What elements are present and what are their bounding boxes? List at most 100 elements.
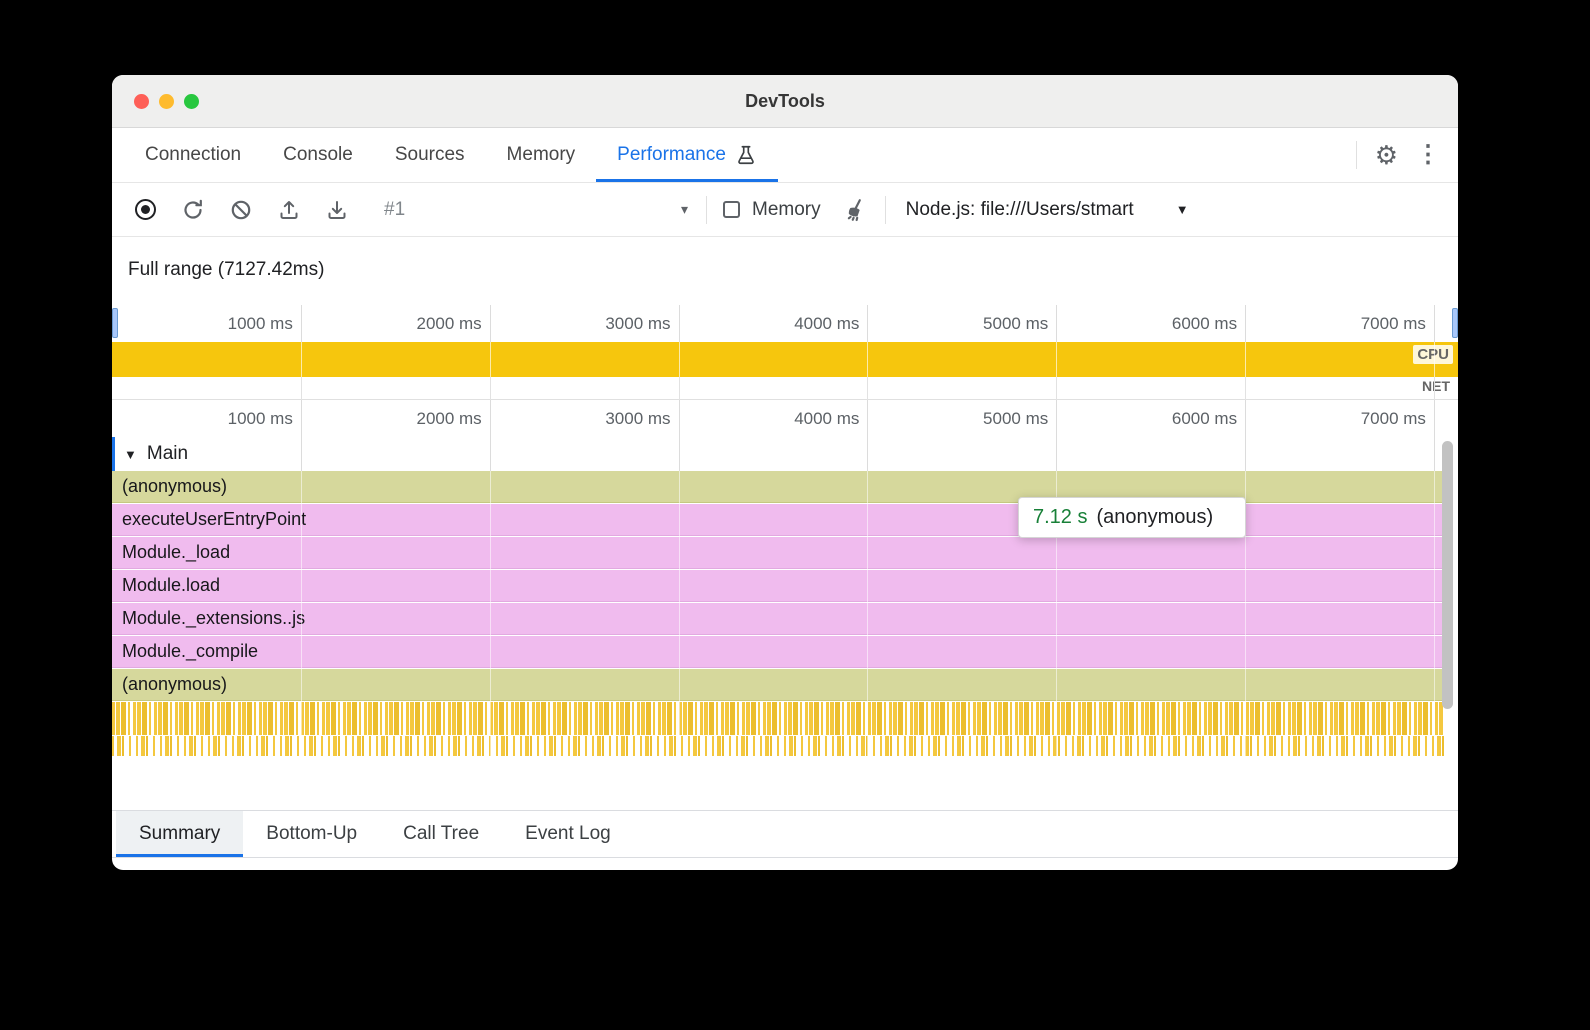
tab-label: Sources	[395, 144, 465, 166]
clear-button[interactable]	[222, 191, 260, 229]
toolbar-separator-2	[885, 196, 886, 224]
experiments-flask-icon	[735, 144, 757, 166]
flame-row-module-load[interactable]: Module._load	[112, 537, 1444, 569]
panel-tabbar: Connection Console Sources Memory Performanc…	[112, 128, 1458, 183]
drawer-tab-strip: SummaryBottom-UpCall TreeEvent Log	[112, 810, 1458, 858]
ruler-tick: 4000 ms	[794, 305, 867, 342]
toolbar-separator	[706, 196, 707, 224]
chevron-down-icon: ▾	[681, 201, 688, 218]
ruler-tick: 2000 ms	[416, 400, 489, 437]
ruler-tick: 6000 ms	[1172, 305, 1245, 342]
zoom-window-button[interactable]	[184, 94, 199, 109]
ruler-tick: 4000 ms	[794, 400, 867, 437]
close-window-button[interactable]	[134, 94, 149, 109]
window-title: DevTools	[112, 91, 1458, 112]
tab-connection[interactable]: Connection	[124, 128, 262, 182]
net-activity-band: NET	[112, 377, 1458, 400]
tab-label: Memory	[507, 144, 576, 166]
upload-icon	[277, 198, 301, 222]
main-track-label: Main	[147, 443, 188, 465]
reload-and-record-button[interactable]	[174, 191, 212, 229]
ruler-tick: 7000 ms	[1361, 305, 1434, 342]
ruler-tick: 3000 ms	[605, 400, 678, 437]
reload-icon	[181, 198, 205, 222]
record-button[interactable]	[126, 191, 164, 229]
window-titlebar: DevTools	[112, 75, 1458, 128]
vertical-scrollbar[interactable]	[1442, 441, 1453, 709]
target-select-value: Node.js: file:///Users/stmart	[906, 199, 1134, 221]
tabbar-right-controls: ⚙ ⋮	[1356, 128, 1458, 182]
drawer-tab-call-tree[interactable]: Call Tree	[380, 811, 502, 857]
memory-checkbox-group[interactable]: Memory	[717, 199, 827, 221]
flame-activity-strip-dense[interactable]	[112, 702, 1444, 735]
timeline-overview[interactable]: 1000 ms 2000 ms 3000 ms 4000 ms 5000 ms 6000 …	[112, 305, 1458, 400]
panel-tab-strip: Connection Console Sources Memory Performanc…	[124, 128, 778, 182]
tab-label: Performance	[617, 144, 726, 166]
target-select[interactable]: Node.js: file:///Users/stmart ▼	[896, 199, 1199, 221]
ruler-tick: 2000 ms	[416, 305, 489, 342]
flame-row-label: Module.load	[122, 575, 220, 596]
ruler-tick: 6000 ms	[1172, 400, 1245, 437]
flame-row-module-load[interactable]: Module.load	[112, 570, 1444, 602]
overview-grip-right[interactable]	[1452, 308, 1458, 338]
record-icon	[135, 199, 156, 220]
collect-garbage-button[interactable]	[837, 191, 875, 229]
flame-activity-strip-sparse[interactable]	[112, 736, 1444, 769]
save-profile-button[interactable]	[318, 191, 356, 229]
tabbar-separator	[1356, 141, 1357, 169]
ruler-tick: 7000 ms	[1361, 400, 1434, 437]
ruler-tick: 1000 ms	[228, 305, 301, 342]
track-focus-indicator	[112, 437, 115, 471]
flame-ruler: 1000 ms 2000 ms 3000 ms 4000 ms 5000 ms 6000 …	[112, 400, 1458, 437]
flame-row-label: Module._load	[122, 542, 230, 563]
tab-label: Connection	[145, 144, 241, 166]
ruler-tick: 3000 ms	[605, 305, 678, 342]
settings-gear-icon[interactable]: ⚙	[1375, 142, 1398, 168]
minimize-window-button[interactable]	[159, 94, 174, 109]
profile-select-value: #1	[384, 199, 405, 221]
profile-select[interactable]: #1 ▾	[376, 199, 696, 221]
flame-chart-area[interactable]: 1000 ms 2000 ms 3000 ms 4000 ms 5000 ms 6000 …	[112, 400, 1458, 772]
flame-row-label: Module._extensions..js	[122, 608, 305, 629]
ruler-tick: 5000 ms	[983, 400, 1056, 437]
tab-memory[interactable]: Memory	[486, 128, 597, 182]
memory-checkbox[interactable]	[723, 201, 740, 218]
cpu-activity-band: CPU	[112, 342, 1458, 377]
tab-sources[interactable]: Sources	[374, 128, 486, 182]
download-icon	[325, 198, 349, 222]
net-label: NET	[1419, 378, 1453, 394]
flame-activity-strip-fill	[112, 736, 1444, 756]
flame-rows: (anonymous)executeUserEntryPointModule._…	[112, 471, 1458, 701]
tab-console[interactable]: Console	[262, 128, 374, 182]
memory-checkbox-label: Memory	[752, 199, 821, 221]
flame-row-module-compile[interactable]: Module._compile	[112, 636, 1444, 668]
collapse-triangle-icon[interactable]: ▼	[124, 447, 137, 462]
performance-toolbar: #1 ▾ Memory Node.js: file:///Users/stmar…	[112, 183, 1458, 237]
flame-row-module-extensions-js[interactable]: Module._extensions..js	[112, 603, 1444, 635]
flame-row-label: (anonymous)	[122, 674, 227, 695]
overview-ruler: 1000 ms 2000 ms 3000 ms 4000 ms 5000 ms 6000 …	[112, 305, 1458, 342]
drawer-tab-event-log[interactable]: Event Log	[502, 811, 634, 857]
garbage-collect-broom-icon	[843, 197, 869, 223]
dropdown-triangle-icon: ▼	[1176, 202, 1189, 217]
ruler-tick: 5000 ms	[983, 305, 1056, 342]
devtools-window: DevTools Connection Console Sources Memory P…	[112, 75, 1458, 870]
more-options-icon[interactable]: ⋮	[1416, 143, 1440, 167]
cpu-label: CPU	[1413, 345, 1453, 364]
ruler-tick: 1000 ms	[228, 400, 301, 437]
flame-tooltip: 7.12 s (anonymous)	[1018, 497, 1246, 538]
traffic-lights	[112, 94, 199, 109]
tab-label: Console	[283, 144, 353, 166]
drawer-tab-bottom-up[interactable]: Bottom-Up	[243, 811, 380, 857]
load-profile-button[interactable]	[270, 191, 308, 229]
main-track-header[interactable]: ▼ Main	[112, 437, 1458, 471]
flame-row-label: Module._compile	[122, 641, 258, 662]
overview-grip-left[interactable]	[112, 308, 118, 338]
flame-row-anonymous[interactable]: (anonymous)	[112, 669, 1444, 701]
tooltip-function-name: (anonymous)	[1096, 506, 1213, 529]
clear-icon	[229, 198, 253, 222]
full-range-label: Full range (7127.42ms)	[112, 237, 1458, 305]
tooltip-duration: 7.12 s	[1033, 506, 1087, 529]
tab-performance[interactable]: Performance	[596, 128, 778, 182]
drawer-tab-summary[interactable]: Summary	[116, 811, 243, 857]
